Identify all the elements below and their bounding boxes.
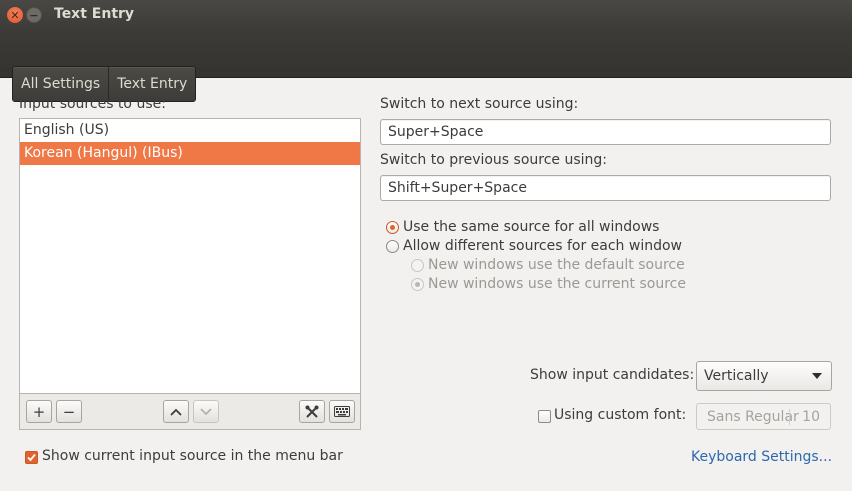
keyboard-settings-link[interactable]: Keyboard Settings... bbox=[691, 449, 832, 465]
close-icon[interactable]: ✕ bbox=[7, 7, 23, 23]
keyboard-layout-button[interactable] bbox=[329, 400, 355, 423]
default-source-label: New windows use the default source bbox=[428, 257, 685, 273]
add-source-button[interactable]: + bbox=[26, 400, 52, 423]
dropdown-arrow-icon bbox=[812, 373, 822, 379]
list-toolbar: + − bbox=[19, 394, 361, 430]
font-size: 10 bbox=[802, 408, 820, 425]
chevron-up-icon bbox=[170, 408, 182, 416]
same-source-label[interactable]: Use the same source for all windows bbox=[403, 219, 659, 235]
prev-source-shortcut-field[interactable]: Shift+Super+Space bbox=[380, 175, 831, 201]
input-candidates-label: Show input candidates: bbox=[530, 367, 695, 383]
checkmark-icon bbox=[27, 453, 36, 462]
show-in-menu-checkbox[interactable] bbox=[25, 451, 38, 464]
same-source-radio[interactable] bbox=[386, 221, 399, 234]
input-candidates-value: Vertically bbox=[704, 368, 769, 384]
plus-icon: + bbox=[32, 402, 46, 421]
show-in-menu-label[interactable]: Show current input source in the menu ba… bbox=[42, 448, 343, 464]
configure-source-button[interactable] bbox=[299, 400, 325, 423]
custom-font-label[interactable]: Using custom font: bbox=[554, 407, 686, 423]
move-up-button[interactable] bbox=[163, 400, 189, 423]
list-item-selected[interactable]: Korean (Hangul) (IBus) bbox=[20, 142, 360, 165]
input-sources-list[interactable]: English (US) Korean (Hangul) (IBus) bbox=[19, 118, 361, 394]
default-source-radio[interactable] bbox=[411, 259, 424, 272]
move-down-button[interactable] bbox=[193, 400, 219, 423]
remove-source-button[interactable]: − bbox=[56, 400, 82, 423]
different-sources-radio[interactable] bbox=[386, 240, 399, 253]
next-source-shortcut-field[interactable]: Super+Space bbox=[380, 119, 831, 145]
input-candidates-dropdown[interactable]: Vertically bbox=[696, 361, 832, 391]
current-source-radio[interactable] bbox=[411, 278, 424, 291]
chevron-down-icon bbox=[200, 407, 212, 415]
minimize-icon[interactable]: − bbox=[26, 7, 42, 23]
current-source-label: New windows use the current source bbox=[428, 276, 686, 292]
font-chooser-button[interactable]: Sans Regular 10 bbox=[696, 403, 831, 430]
list-item[interactable]: English (US) bbox=[20, 119, 360, 142]
window-title: Text Entry bbox=[54, 6, 135, 22]
font-separator bbox=[789, 409, 790, 425]
minus-icon: − bbox=[62, 402, 76, 421]
font-name: Sans Regular bbox=[707, 408, 799, 425]
next-source-label: Switch to next source using: bbox=[380, 96, 579, 112]
toolbar: All Settings Text Entry bbox=[0, 30, 852, 102]
title-bar: ✕ − Text Entry bbox=[0, 0, 852, 30]
custom-font-checkbox[interactable] bbox=[538, 410, 551, 423]
tools-icon bbox=[305, 405, 319, 418]
prev-source-label: Switch to previous source using: bbox=[380, 152, 608, 168]
different-sources-label[interactable]: Allow different sources for each window bbox=[403, 238, 682, 254]
input-sources-label: Input sources to use: bbox=[19, 96, 166, 112]
keyboard-icon bbox=[334, 406, 350, 417]
